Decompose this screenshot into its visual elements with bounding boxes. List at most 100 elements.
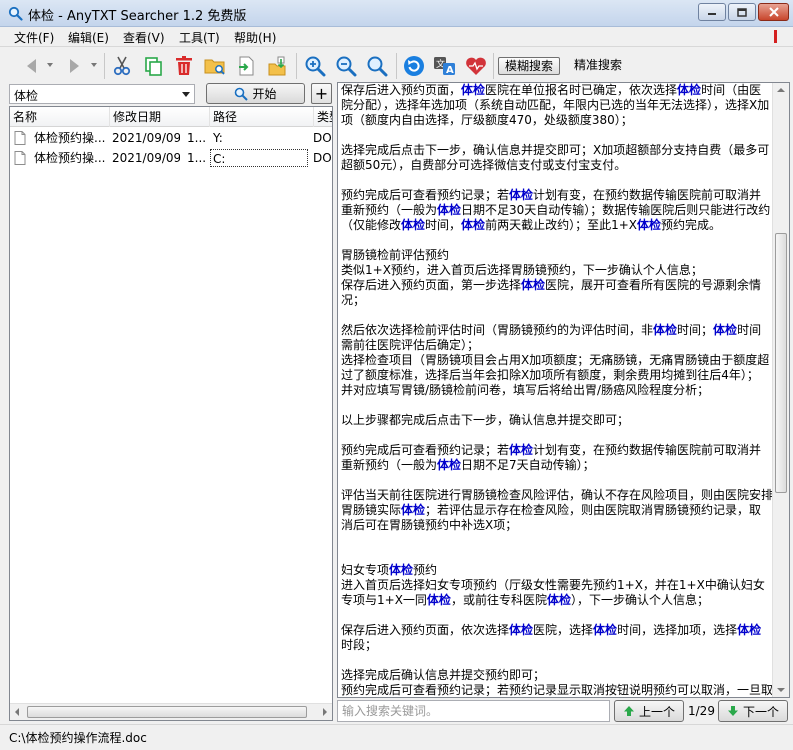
translate-icon: 文A xyxy=(434,57,455,76)
forward-dropdown-icon[interactable] xyxy=(91,63,97,67)
zoom-reset-icon xyxy=(367,56,388,77)
search-hit: 体检 xyxy=(636,218,661,232)
table-row[interactable]: 体检预约操... 2021/09/09 1... Y: DO xyxy=(10,129,332,147)
menu-view[interactable]: 查看(V) xyxy=(123,29,165,46)
translate-button[interactable]: 文A xyxy=(433,54,457,78)
menu-file[interactable]: 文件(F) xyxy=(14,29,54,46)
fuzzy-search-toggle[interactable]: 模糊搜索 xyxy=(498,57,561,75)
text-run: 选择检查项目（胃肠镜项目会占用X加项额度；无痛肠镜，无痛胃肠镜由于额度超过了额度… xyxy=(341,353,770,382)
copy-icon xyxy=(145,57,162,76)
copy-button[interactable] xyxy=(141,54,165,78)
minimize-button[interactable] xyxy=(698,3,726,21)
scroll-up-icon[interactable] xyxy=(777,88,785,92)
favorite-button[interactable] xyxy=(464,54,488,78)
file-date-extra: 1... xyxy=(187,131,207,145)
file-list-hscrollbar[interactable] xyxy=(10,703,332,720)
next-match-button[interactable]: 下一个 xyxy=(718,700,788,722)
file-name: 体检预约操... xyxy=(34,151,106,165)
text-run: 预约完成。 xyxy=(661,218,722,232)
forward-icon xyxy=(70,59,79,73)
vscroll-thumb[interactable] xyxy=(775,233,787,493)
document-text: 保存后进入预约页面，体检医院在单位报名时已确定，依次选择体检时间（由医院分配），… xyxy=(341,83,773,697)
search-row: 体检 开始 + xyxy=(0,82,335,104)
column-type[interactable]: 类型 xyxy=(314,107,332,127)
search-hit: 体检 xyxy=(437,203,462,217)
import-button[interactable] xyxy=(265,54,289,78)
add-button[interactable]: + xyxy=(311,83,332,104)
scroll-right-icon[interactable] xyxy=(323,708,327,716)
text-run: 选择完成后点击下一步，确认信息并提交即可；X加项超额部分支持自费（最多可超额50… xyxy=(341,143,770,172)
keyword-search-input[interactable] xyxy=(337,700,610,722)
text-run: 医院在单位报名时已确定，依次选择 xyxy=(485,83,678,97)
scroll-down-icon[interactable] xyxy=(777,688,785,692)
start-search-button[interactable]: 开始 xyxy=(206,83,305,104)
zoom-out-button[interactable] xyxy=(334,54,358,78)
back-dropdown-icon[interactable] xyxy=(47,63,53,67)
refresh-icon xyxy=(404,56,424,76)
search-combobox[interactable]: 体检 xyxy=(9,84,195,104)
column-date[interactable]: 修改日期 xyxy=(110,107,210,127)
text-run: 类似1+X预约，进入首页后选择胃肠镜预约，下一步确认个人信息； xyxy=(341,263,703,277)
svg-text:A: A xyxy=(446,65,454,76)
preview-vscrollbar[interactable] xyxy=(772,83,789,697)
document-paragraph: 预约完成后可查看预约记录；若体检计划有变，在预约数据传输医院前可取消并重新预约（… xyxy=(341,188,773,233)
search-hit: 体检 xyxy=(509,623,534,637)
export-button[interactable] xyxy=(234,54,258,78)
column-name[interactable]: 名称 xyxy=(10,107,110,127)
zoom-reset-button[interactable] xyxy=(365,54,389,78)
close-icon xyxy=(768,7,779,17)
column-path[interactable]: 路径 xyxy=(210,107,314,127)
menu-edit[interactable]: 编辑(E) xyxy=(68,29,109,46)
text-run: 保存后进入预约页面，第一步选择 xyxy=(341,278,522,292)
document-paragraph: 然后依次选择检前评估时间（胃肠镜预约的为评估时间，非体检时间；体检时间需前往医院… xyxy=(341,323,773,353)
back-button[interactable] xyxy=(20,54,44,78)
document-paragraph: 预约完成后可查看预约记录；若体检计划有变，在预约数据传输医院前可取消并重新预约（… xyxy=(341,443,773,473)
text-run: 预约完成后可查看预约记录；若 xyxy=(341,188,510,202)
document-paragraph: 选择完成后确认信息并提交预约即可； xyxy=(341,668,773,683)
cut-icon xyxy=(113,56,131,76)
table-row[interactable]: 体检预约操... 2021/09/09 1... C: DO xyxy=(10,149,332,167)
hscroll-thumb[interactable] xyxy=(27,706,307,718)
zoom-in-button[interactable] xyxy=(303,54,327,78)
forward-button[interactable] xyxy=(62,54,86,78)
toolbar: 文A 模糊搜索 精准搜索 xyxy=(0,46,793,82)
exact-search-toggle[interactable]: 精准搜索 xyxy=(568,57,628,75)
document-paragraph: 类似1+X预约，进入首页后选择胃肠镜预约，下一步确认个人信息； xyxy=(341,263,773,278)
file-date: 2021/09/09 xyxy=(112,131,180,145)
add-label: + xyxy=(314,83,329,103)
document-paragraph: 选择完成后点击下一步，确认信息并提交即可；X加项超额部分支持自费（最多可超额50… xyxy=(341,143,773,173)
text-run: 保存后进入预约页面，依次选择 xyxy=(341,623,510,637)
zoom-out-icon xyxy=(336,56,357,77)
cut-button[interactable] xyxy=(110,54,134,78)
file-type: DO xyxy=(313,151,332,165)
menu-help[interactable]: 帮助(H) xyxy=(234,29,276,46)
chevron-down-icon[interactable] xyxy=(182,92,190,97)
back-icon xyxy=(27,59,36,73)
delete-button[interactable] xyxy=(172,54,196,78)
search-hit: 体检 xyxy=(713,323,738,337)
menu-tools[interactable]: 工具(T) xyxy=(179,29,220,46)
maximize-button[interactable] xyxy=(728,3,756,21)
search-hit: 体检 xyxy=(546,593,571,607)
close-button[interactable] xyxy=(758,3,789,21)
prev-match-button[interactable]: 上一个 xyxy=(614,700,684,722)
file-path: C: xyxy=(210,149,308,167)
search-hit: 体检 xyxy=(521,278,546,292)
document-preview: 保存后进入预约页面，体检医院在单位报名时已确定，依次选择体检时间（由医院分配），… xyxy=(337,82,790,698)
text-run: 以上步骤都完成后点击下一步，确认信息并提交即可； xyxy=(341,413,630,427)
refresh-button[interactable] xyxy=(402,54,426,78)
menu-marker xyxy=(774,30,777,43)
status-bar: C:\体检预约操作流程.doc xyxy=(0,724,793,750)
open-folder-button[interactable] xyxy=(203,54,227,78)
text-run: 预约完成后可查看预约记录；若 xyxy=(341,443,510,457)
document-icon xyxy=(14,131,26,145)
document-paragraph: 保存后进入预约页面，第一步选择体检医院，展开可查看所有医院的号源剩余情况； xyxy=(341,278,773,308)
maximize-icon xyxy=(737,7,747,17)
scroll-left-icon[interactable] xyxy=(15,708,19,716)
document-paragraph: 预约完成后可查看预约记录；若预约记录显示取消按钮说明预约可以取消，一旦取消（一般… xyxy=(341,683,773,697)
